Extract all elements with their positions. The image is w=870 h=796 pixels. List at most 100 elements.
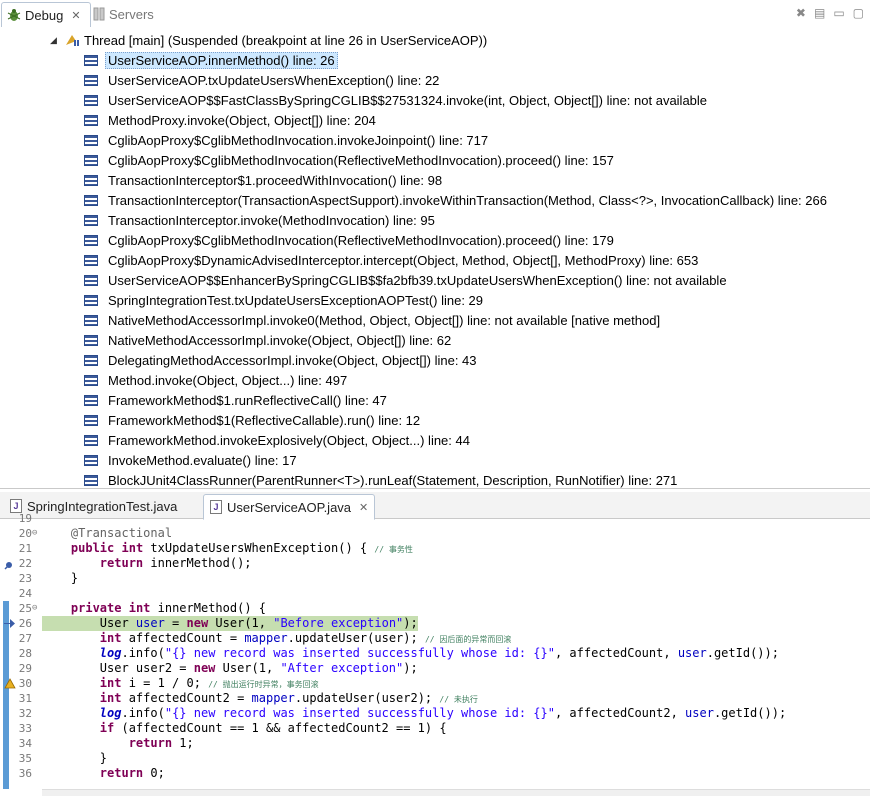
code-text: log.info("{} new record was inserted suc… [99, 706, 787, 720]
line-number: 29 [18, 662, 32, 675]
stack-frame-label: FrameworkMethod$1(ReflectiveCallable).ru… [108, 412, 421, 428]
code-line[interactable]: 24 [0, 586, 870, 601]
line-number: 22 [18, 557, 32, 570]
code-text: int affectedCount = mapper.updateUser(us… [99, 631, 512, 645]
maximize-icon[interactable]: ▢ [853, 6, 864, 20]
line-number: 36 [18, 767, 32, 780]
stack-frame-row[interactable]: MethodProxy.invoke(Object, Object[]) lin… [84, 110, 379, 130]
code-line[interactable]: 31 int affectedCount2 = mapper.updateUse… [0, 691, 870, 706]
current-instruction-pointer-icon [4, 618, 15, 628]
breakpoint-marker-icon[interactable] [4, 559, 14, 570]
stack-frame-label: TransactionInterceptor(TransactionAspect… [108, 192, 827, 208]
tab-debug-label: Debug [25, 7, 64, 23]
code-line[interactable]: 20 @Transactional ⊖ [0, 526, 870, 541]
code-text: int affectedCount2 = mapper.updateUser(u… [99, 691, 478, 705]
stack-frame-row[interactable]: FrameworkMethod$1(ReflectiveCallable).ru… [84, 410, 423, 430]
line-number: 27 [18, 632, 32, 645]
stack-frame-icon [84, 274, 98, 286]
line-number: 20 [18, 527, 32, 540]
stack-frame-row[interactable]: TransactionInterceptor(TransactionAspect… [84, 190, 830, 210]
stack-frame-row[interactable]: InvokeMethod.evaluate() line: 17 [84, 450, 300, 470]
stack-frame-icon [84, 194, 98, 206]
code-line[interactable]: 34 return 1; [0, 736, 870, 751]
fold-toggle-icon[interactable]: ⊖ [32, 601, 37, 616]
view-menu-icon[interactable]: ▤ [814, 6, 825, 20]
code-line[interactable]: 36 return 0; [0, 766, 870, 781]
line-number: 34 [18, 737, 32, 750]
minimize-icon[interactable]: ▭ [833, 6, 844, 20]
stack-frame-row[interactable]: SpringIntegrationTest.txUpdateUsersExcep… [84, 290, 486, 310]
tab-debug[interactable]: Debug ✕ [1, 2, 91, 27]
stack-frame-row[interactable]: CglibAopProxy$CglibMethodInvocation(Refl… [84, 150, 617, 170]
stack-frame-label: CglibAopProxy$CglibMethodInvocation.invo… [108, 132, 489, 148]
code-line[interactable]: 21 public int txUpdateUsersWhenException… [0, 541, 870, 556]
code-line[interactable]: 25 private int innerMethod() {⊖ [0, 601, 870, 616]
stack-frame-row[interactable]: UserServiceAOP.innerMethod() line: 26 [84, 50, 338, 70]
stack-frame-label: InvokeMethod.evaluate() line: 17 [108, 452, 297, 468]
stack-frame-row[interactable]: UserServiceAOP$$EnhancerBySpringCGLIB$$f… [84, 270, 730, 290]
tab-servers-label: Servers [109, 6, 154, 22]
tab-servers[interactable]: Servers [92, 2, 154, 26]
collapse-triangle-icon[interactable]: ◢ [50, 35, 64, 46]
code-line[interactable]: 29 User user2 = new User(1, "After excep… [0, 661, 870, 676]
code-text: int i = 1 / 0; // 抛出运行时异常，事务回滚 [99, 676, 319, 690]
stack-frame-row[interactable]: Method.invoke(Object, Object...) line: 4… [84, 370, 350, 390]
stack-frame-icon [84, 254, 98, 266]
code-text: User user = new User(1, "Before exceptio… [42, 616, 418, 631]
stack-frame-label: TransactionInterceptor.invoke(MethodInvo… [108, 212, 435, 228]
code-text: User user2 = new User(1, "After exceptio… [42, 661, 418, 675]
code-line[interactable]: 35 } [0, 751, 870, 766]
stack-frame-icon [84, 334, 98, 346]
stack-frame-row[interactable]: NativeMethodAccessorImpl.invoke(Object, … [84, 330, 454, 350]
close-icon[interactable]: ✕ [71, 9, 80, 22]
stack-frame-icon [84, 374, 98, 386]
code-text: return innerMethod(); [99, 556, 252, 570]
code-line[interactable]: 19 [0, 511, 870, 526]
stack-frame-row[interactable]: TransactionInterceptor.invoke(MethodInvo… [84, 210, 438, 230]
stack-frame-label: BlockJUnit4ClassRunner(ParentRunner<T>).… [108, 472, 678, 488]
stack-frame-label: FrameworkMethod$1.runReflectiveCall() li… [108, 392, 387, 408]
remove-terminated-icon[interactable]: ✖ [796, 6, 806, 20]
code-text: } [42, 571, 79, 585]
stack-frame-row[interactable]: NativeMethodAccessorImpl.invoke0(Method,… [84, 310, 663, 330]
debug-bug-icon [7, 9, 21, 21]
stack-frame-icon [84, 134, 98, 146]
stack-frame-row[interactable]: UserServiceAOP$$FastClassBySpringCGLIB$$… [84, 90, 710, 110]
stack-frame-row[interactable]: CglibAopProxy$DynamicAdvisedInterceptor.… [84, 250, 701, 270]
stack-frame-row[interactable]: UserServiceAOP.txUpdateUsersWhenExceptio… [84, 70, 442, 90]
fold-toggle-icon[interactable]: ⊖ [32, 526, 37, 541]
code-editor[interactable]: 19 20 @Transactional ⊖ 21 public int txUpda… [0, 512, 870, 789]
code-line[interactable]: 23 } [0, 571, 870, 586]
code-line[interactable]: 33 if (affectedCount == 1 && affectedCou… [0, 721, 870, 736]
code-line[interactable]: 32 log.info("{} new record was inserted … [0, 706, 870, 721]
stack-frame-label: FrameworkMethod.invokeExplosively(Object… [108, 432, 470, 448]
thread-row[interactable]: ◢ Thread [main] (Suspended (breakpoint a… [50, 30, 487, 50]
line-number: 33 [18, 722, 32, 735]
stack-frame-row[interactable]: CglibAopProxy$CglibMethodInvocation.invo… [84, 130, 491, 150]
stack-frame-row[interactable]: BlockJUnit4ClassRunner(ParentRunner<T>).… [84, 470, 680, 488]
stack-frame-icon [84, 354, 98, 366]
warning-icon[interactable] [4, 678, 16, 689]
stack-frame-row[interactable]: DelegatingMethodAccessorImpl.invoke(Obje… [84, 350, 480, 370]
stack-frame-icon [84, 174, 98, 186]
stack-frame-label: UserServiceAOP$$EnhancerBySpringCGLIB$$f… [108, 272, 727, 288]
stack-frame-label: CglibAopProxy$CglibMethodInvocation(Refl… [108, 152, 614, 168]
horizontal-scrollbar[interactable] [42, 789, 870, 796]
stack-frame-row[interactable]: FrameworkMethod$1.runReflectiveCall() li… [84, 390, 390, 410]
stack-frame-row[interactable]: TransactionInterceptor$1.proceedWithInvo… [84, 170, 445, 190]
stack-frame-icon [84, 234, 98, 246]
stack-frame-label: CglibAopProxy$CglibMethodInvocation(Refl… [108, 232, 614, 248]
code-line[interactable]: 27 int affectedCount = mapper.updateUser… [0, 631, 870, 646]
stack-frame-row[interactable]: FrameworkMethod.invokeExplosively(Object… [84, 430, 473, 450]
line-number: 23 [18, 572, 32, 585]
code-line[interactable]: 28 log.info("{} new record was inserted … [0, 646, 870, 661]
editor-area: J SpringIntegrationTest.java J UserServi… [0, 492, 870, 796]
code-line[interactable]: 22 return innerMethod(); [0, 556, 870, 571]
stack-frame-label: CglibAopProxy$DynamicAdvisedInterceptor.… [108, 252, 699, 268]
stack-frame-row[interactable]: CglibAopProxy$CglibMethodInvocation(Refl… [84, 230, 617, 250]
code-line[interactable]: 26 User user = new User(1, "Before excep… [0, 616, 870, 631]
stack-frame-icon [84, 294, 98, 306]
code-text: if (affectedCount == 1 && affectedCount2… [99, 721, 447, 735]
line-number: 24 [18, 587, 32, 600]
code-line[interactable]: 30 int i = 1 / 0; // 抛出运行时异常，事务回滚 [0, 676, 870, 691]
